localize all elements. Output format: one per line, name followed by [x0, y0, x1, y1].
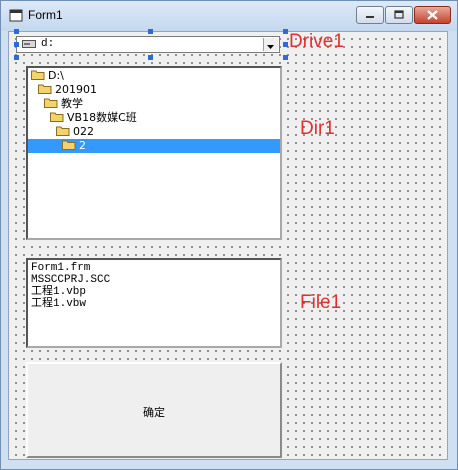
file-item[interactable]: 工程1.vbw [31, 298, 86, 310]
folder-open-icon [62, 140, 76, 150]
dir-item-selected[interactable]: 2 [28, 139, 280, 153]
selection-handle[interactable] [148, 29, 153, 34]
drive-dropdown-button[interactable] [263, 38, 278, 51]
dir1-dirlistbox[interactable]: D:\ 201901 教学 VB18数媒C班 022 2 [26, 66, 282, 240]
maximize-button[interactable] [385, 6, 413, 24]
selection-handle[interactable] [283, 42, 288, 47]
file1-label: File1 [300, 292, 342, 313]
file-item[interactable]: MSSCCPRJ.SCC [31, 274, 110, 286]
dir-item[interactable]: D:\ [31, 69, 64, 83]
maximize-icon [394, 10, 404, 19]
close-button[interactable] [414, 6, 451, 24]
dir-item[interactable]: VB18数媒C班 [50, 111, 137, 125]
title-bar[interactable]: Form1 [1, 1, 457, 31]
minimize-button[interactable] [356, 6, 384, 24]
selection-handle[interactable] [14, 42, 19, 47]
form-icon [9, 9, 23, 22]
folder-open-icon [56, 126, 70, 136]
selection-handle[interactable] [14, 29, 19, 34]
folder-open-icon [44, 98, 58, 108]
file-item[interactable]: 工程1.vbp [31, 286, 86, 298]
dir-item[interactable]: 201901 [38, 83, 97, 97]
file1-filelistbox[interactable]: Form1.frm MSSCCPRJ.SCC 工程1.vbp 工程1.vbw [26, 258, 282, 348]
dir-item[interactable]: 022 [56, 125, 94, 139]
close-icon [427, 10, 438, 20]
window-title: Form1 [28, 8, 63, 22]
selection-handle[interactable] [283, 55, 288, 60]
selection-handle[interactable] [283, 29, 288, 34]
dir-item[interactable]: 教学 [44, 97, 83, 111]
selection-handle[interactable] [14, 55, 19, 60]
minimize-icon [366, 16, 374, 18]
ok-button-label: 确定 [143, 406, 165, 419]
folder-open-icon [31, 70, 45, 80]
selection-handle[interactable] [148, 55, 153, 60]
file-item[interactable]: Form1.frm [31, 262, 90, 274]
drive1-label: Drive1 [289, 31, 344, 52]
chevron-down-icon [267, 45, 274, 49]
folder-open-icon [38, 84, 52, 94]
drive1-drivelistbox[interactable]: d: [16, 36, 280, 53]
dir1-label: Dir1 [300, 118, 335, 139]
ok-button[interactable]: 确定 [26, 362, 282, 458]
drive-value: d: [41, 38, 55, 50]
hard-drive-icon [22, 40, 36, 48]
folder-open-icon [50, 112, 64, 122]
